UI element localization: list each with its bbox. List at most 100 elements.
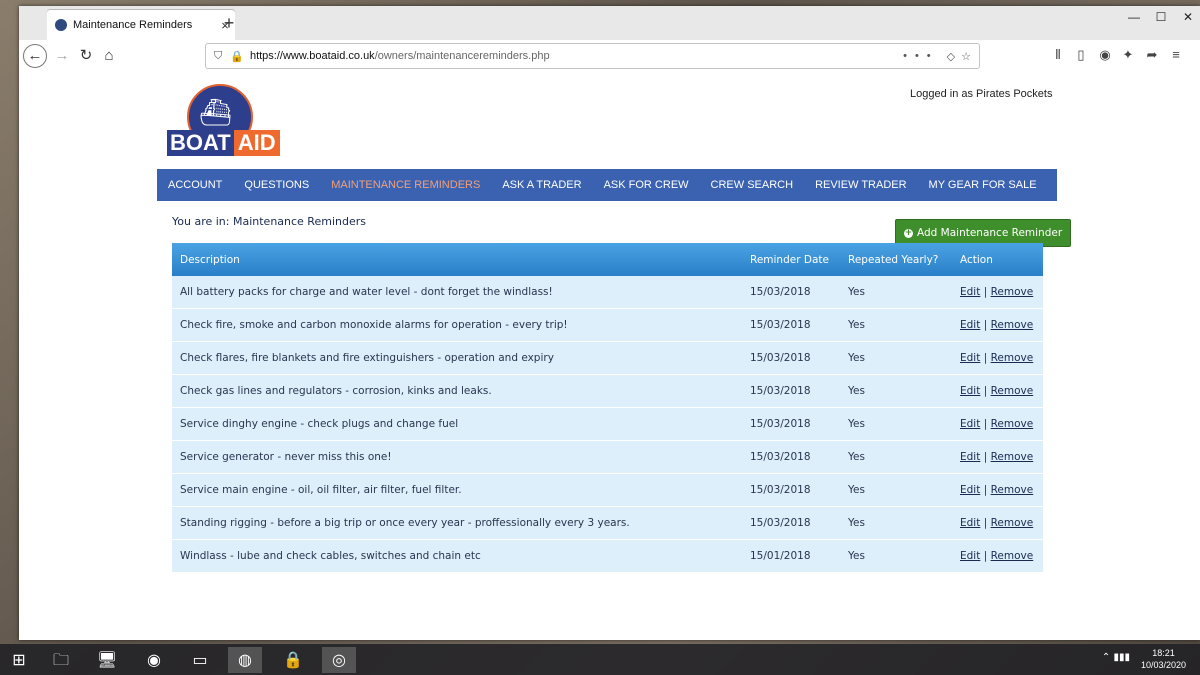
pocket-icon[interactable]: ◇ bbox=[947, 50, 955, 63]
taskbar: ⊞ 🗀 🖥 ◉ ▭ ◍ 🔒 ◎ ⌃ ▮▮▮ 18:21 10/03/2020 bbox=[0, 644, 1200, 675]
new-tab-icon[interactable]: + bbox=[219, 13, 239, 34]
nav-item-maintenance-reminders[interactable]: MAINTENANCE REMINDERS bbox=[320, 179, 491, 191]
reload-icon[interactable]: ↻ bbox=[75, 46, 97, 66]
web-page: ⛴ BOAT AID Logged in as Pirates Pockets A… bbox=[19, 72, 1200, 640]
table-row: Service generator - never miss this one!… bbox=[172, 440, 1043, 474]
remove-link[interactable]: Remove bbox=[991, 418, 1034, 430]
edit-link[interactable]: Edit bbox=[960, 286, 980, 298]
browser-window: Maintenance Reminders × + — ☐ ✕ ← → ↻ ⌂ … bbox=[19, 6, 1200, 640]
table-row: Check fire, smoke and carbon monoxide al… bbox=[172, 308, 1043, 342]
remove-link[interactable]: Remove bbox=[991, 550, 1034, 562]
reminder-description: Service generator - never miss this one! bbox=[172, 440, 742, 474]
reminder-date: 15/03/2018 bbox=[742, 276, 840, 309]
edit-link[interactable]: Edit bbox=[960, 451, 980, 463]
remove-link[interactable]: Remove bbox=[991, 484, 1034, 496]
action-separator: | bbox=[983, 319, 988, 331]
action-separator: | bbox=[983, 550, 988, 562]
security-app-icon[interactable]: 🔒 bbox=[276, 647, 310, 673]
extension-icon[interactable]: ✦ bbox=[1119, 47, 1137, 63]
reminder-repeated-yearly: Yes bbox=[840, 341, 952, 375]
nav-item-ask-for-crew[interactable]: ASK FOR CREW bbox=[593, 179, 700, 191]
reminder-actions: Edit | Remove bbox=[952, 341, 1043, 375]
nav-item-questions[interactable]: QUESTIONS bbox=[233, 179, 320, 191]
reminder-description: Check flares, fire blankets and fire ext… bbox=[172, 341, 742, 375]
remove-link[interactable]: Remove bbox=[991, 517, 1034, 529]
nav-item-logout[interactable]: LOGOUT bbox=[1048, 179, 1116, 191]
reminder-date: 15/03/2018 bbox=[742, 308, 840, 342]
action-separator: | bbox=[983, 385, 988, 397]
menu-icon[interactable]: ≡ bbox=[1167, 47, 1185, 62]
file-explorer-icon[interactable]: 🗀 bbox=[44, 647, 78, 673]
remove-link[interactable]: Remove bbox=[991, 286, 1034, 298]
back-arrow-icon[interactable]: ← bbox=[23, 44, 47, 68]
reminder-date: 15/03/2018 bbox=[742, 407, 840, 441]
nav-item-my-gear-for-sale[interactable]: MY GEAR FOR SALE bbox=[918, 179, 1048, 191]
firefox-icon[interactable]: ◍ bbox=[228, 647, 262, 673]
reminder-actions: Edit | Remove bbox=[952, 308, 1043, 342]
table-row: Service main engine - oil, oil filter, a… bbox=[172, 473, 1043, 507]
remote-desktop-icon[interactable]: 🖥 bbox=[90, 647, 124, 673]
remove-link[interactable]: Remove bbox=[991, 319, 1034, 331]
reminder-description: Check fire, smoke and carbon monoxide al… bbox=[172, 308, 742, 342]
reminder-actions: Edit | Remove bbox=[952, 440, 1043, 474]
forward-arrow-icon[interactable]: → bbox=[51, 46, 73, 66]
edit-link[interactable]: Edit bbox=[960, 319, 980, 331]
reminder-actions: Edit | Remove bbox=[952, 539, 1043, 573]
close-window-icon[interactable]: ✕ bbox=[1178, 10, 1198, 24]
reminder-description: Check gas lines and regulators - corrosi… bbox=[172, 374, 742, 408]
nav-item-review-trader[interactable]: REVIEW TRADER bbox=[804, 179, 917, 191]
bookmark-star-icon[interactable]: ☆ bbox=[961, 50, 971, 63]
reminder-description: Service dinghy engine - check plugs and … bbox=[172, 407, 742, 441]
reminder-description: All battery packs for charge and water l… bbox=[172, 276, 742, 309]
edit-link[interactable]: Edit bbox=[960, 550, 980, 562]
sidebar-icon[interactable]: ▯ bbox=[1072, 47, 1090, 63]
reminder-repeated-yearly: Yes bbox=[840, 308, 952, 342]
nav-item-ask-a-trader[interactable]: ASK A TRADER bbox=[491, 179, 592, 191]
table-row: Windlass - lube and check cables, switch… bbox=[172, 539, 1043, 573]
action-separator: | bbox=[983, 517, 988, 529]
url-text: https://www.boataid.co.uk/owners/mainten… bbox=[249, 50, 550, 62]
reminder-repeated-yearly: Yes bbox=[840, 473, 952, 507]
browser-toolbar: ← → ↻ ⌂ ⛉ 🔒 https://www.boataid.co.uk/ow… bbox=[19, 40, 1200, 73]
reminder-repeated-yearly: Yes bbox=[840, 440, 952, 474]
edit-link[interactable]: Edit bbox=[960, 418, 980, 430]
edit-link[interactable]: Edit bbox=[960, 352, 980, 364]
nav-item-account[interactable]: ACCOUNT bbox=[157, 179, 233, 191]
page-actions-icon[interactable]: ••• bbox=[903, 50, 939, 62]
library-icon[interactable]: ⫴ bbox=[1049, 47, 1067, 63]
header-repeated-yearly: Repeated Yearly? bbox=[840, 243, 952, 276]
reminder-description: Windlass - lube and check cables, switch… bbox=[172, 539, 742, 573]
remove-link[interactable]: Remove bbox=[991, 352, 1034, 364]
edit-link[interactable]: Edit bbox=[960, 517, 980, 529]
address-bar[interactable]: ⛉ 🔒 https://www.boataid.co.uk/owners/mai… bbox=[205, 43, 980, 69]
send-icon[interactable]: ➦ bbox=[1143, 47, 1161, 63]
app-active-icon[interactable]: ◎ bbox=[322, 647, 356, 673]
remove-link[interactable]: Remove bbox=[991, 385, 1034, 397]
minimize-icon[interactable]: — bbox=[1124, 10, 1144, 24]
reminder-repeated-yearly: Yes bbox=[840, 539, 952, 573]
system-tray-icon[interactable]: ⌃ ▮▮▮ bbox=[1102, 652, 1130, 663]
header-action: Action bbox=[952, 243, 1043, 276]
browser-tab[interactable]: Maintenance Reminders × bbox=[47, 10, 235, 40]
app-window-icon[interactable]: ▭ bbox=[183, 647, 217, 673]
clock[interactable]: 18:21 10/03/2020 bbox=[1141, 647, 1186, 671]
app-red-icon[interactable]: ◉ bbox=[137, 647, 171, 673]
table-header-row: Description Reminder Date Repeated Yearl… bbox=[172, 243, 1043, 276]
reminder-repeated-yearly: Yes bbox=[840, 374, 952, 408]
header-reminder-date: Reminder Date bbox=[742, 243, 840, 276]
ship-icon: ⛴ bbox=[199, 98, 233, 128]
boataid-logo[interactable]: ⛴ BOAT AID bbox=[167, 84, 280, 158]
edit-link[interactable]: Edit bbox=[960, 484, 980, 496]
table-row: Check gas lines and regulators - corrosi… bbox=[172, 374, 1043, 408]
reminder-date: 15/03/2018 bbox=[742, 473, 840, 507]
reminder-date: 15/03/2018 bbox=[742, 506, 840, 540]
windows-start-icon[interactable]: ⊞ bbox=[2, 647, 36, 673]
maximize-icon[interactable]: ☐ bbox=[1151, 10, 1171, 24]
edit-link[interactable]: Edit bbox=[960, 385, 980, 397]
action-separator: | bbox=[983, 352, 988, 364]
home-icon[interactable]: ⌂ bbox=[98, 46, 120, 66]
remove-link[interactable]: Remove bbox=[991, 451, 1034, 463]
account-icon[interactable]: ◉ bbox=[1096, 47, 1114, 63]
lock-icon: 🔒 bbox=[230, 50, 244, 63]
nav-item-crew-search[interactable]: CREW SEARCH bbox=[700, 179, 805, 191]
